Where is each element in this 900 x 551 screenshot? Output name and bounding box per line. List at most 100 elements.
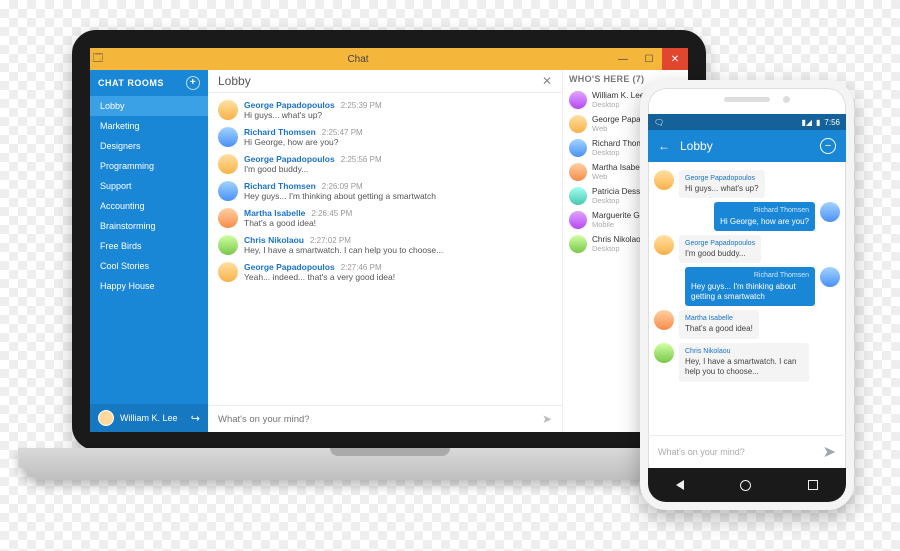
message-list[interactable]: George Papadopoulos 2:25:39 PMHi guys... … [208,93,562,405]
current-user-name: William K. Lee [120,413,178,423]
menu-button[interactable]: − [820,138,836,154]
message-author: George Papadopoulos [244,154,335,164]
status-notification-icon: 🗨 [654,118,664,127]
mobile-msg-text: Hey guys... I'm thinking about getting a… [691,282,796,301]
mobile-message: George PapadopoulosI'm good buddy... [654,235,840,263]
message-time: 2:25:39 PM [341,101,382,110]
mobile-message: Chris NikolaouHey, I have a smartwatch. … [654,343,840,382]
signal-icon: ▮◢ [801,118,812,127]
presence-avatar [569,139,587,157]
nav-recents-icon[interactable] [808,480,818,490]
sidebar-item-support[interactable]: Support [90,176,208,196]
mobile-avatar[interactable] [654,235,674,255]
close-button[interactable]: ✕ [662,48,688,70]
battery-icon: ▮ [816,118,820,127]
mobile-message-list[interactable]: George PapadopoulosHi guys... what's up?… [648,162,846,435]
sidebar-item-cool-stories[interactable]: Cool Stories [90,256,208,276]
sidebar-item-lobby[interactable]: Lobby [90,96,208,116]
message-avatar[interactable] [218,235,238,255]
status-bar: 🗨 ▮◢ ▮ 7:56 [648,114,846,130]
add-room-button[interactable]: + [186,76,200,90]
message-time: 2:27:02 PM [310,236,351,245]
logout-button[interactable]: ↪ [191,412,200,425]
message-author: George Papadopoulos [244,100,335,110]
sidebar-item-accounting[interactable]: Accounting [90,196,208,216]
nav-back-icon[interactable] [676,480,684,490]
mobile-avatar[interactable] [820,267,840,287]
message-text: I'm good buddy... [244,164,556,175]
android-nav-bar [648,468,846,502]
sidebar-item-programming[interactable]: Programming [90,156,208,176]
window-titlebar[interactable]: 🗔 Chat — ☐ ✕ [90,48,688,70]
message-row: George Papadopoulos2:25:56 PMI'm good bu… [218,151,556,178]
mobile-msg-author: Martha Isabelle [685,314,753,323]
sidebar-footer: William K. Lee ↪ [90,404,208,432]
window-title: Chat [106,54,610,65]
presence-avatar [569,91,587,109]
room-title: Lobby [218,74,251,88]
mobile-compose-placeholder[interactable]: What's on your mind? [658,447,823,457]
back-button[interactable]: ← [658,139,670,153]
sidebar-item-free-birds[interactable]: Free Birds [90,236,208,256]
status-time: 7:56 [824,118,840,127]
compose-input[interactable] [218,414,542,425]
message-row: Richard Thomsen2:25:47 PMHi George, how … [218,124,556,151]
nav-home-icon[interactable] [740,480,751,491]
message-author: George Papadopoulos [244,262,335,272]
close-room-icon[interactable]: ✕ [542,74,552,88]
message-row: Chris Nikolaou 2:27:02 PMHey, I have a sm… [218,232,556,259]
message-author: Richard Thomsen [244,127,316,137]
mobile-message: Martha IsabelleThat's a good idea! [654,310,840,338]
message-row: George Papadopoulos2:27:46 PMYeah... ind… [218,259,556,286]
room-header: Lobby ✕ [208,70,562,93]
sidebar-item-designers[interactable]: Designers [90,136,208,156]
current-user-avatar[interactable] [98,410,114,426]
mobile-msg-author: George Papadopoulos [685,174,759,183]
presence-avatar [569,211,587,229]
sidebar-item-brainstorming[interactable]: Brainstorming [90,216,208,236]
send-icon[interactable]: ➤ [542,412,552,426]
mobile-compose-bar: What's on your mind? ➤ [648,435,846,468]
message-text: Yeah... indeed... that's a very good ide… [244,272,556,283]
message-row: Richard Thomsen2:26:09 PMHey guys... I'm… [218,178,556,205]
mobile-msg-author: George Papadopoulos [685,239,755,248]
app-bar-title: Lobby [680,139,713,153]
mobile-msg-author: Richard Thomsen [720,206,809,215]
sidebar-header: CHAT ROOMS + [90,70,208,96]
mobile-msg-text: Hi George, how are you? [720,217,809,226]
mobile-avatar[interactable] [654,310,674,330]
message-author: Chris Nikolaou [244,235,304,245]
message-avatar[interactable] [218,154,238,174]
message-text: Hey guys... I'm thinking about getting a… [244,191,556,202]
phone-screen: 🗨 ▮◢ ▮ 7:56 ← Lobby − George Papadopoulo… [648,114,846,468]
message-text: That's a good idea! [244,218,556,229]
sidebar: CHAT ROOMS + LobbyMarketingDesignersProg… [90,70,208,432]
message-avatar[interactable] [218,100,238,120]
mobile-msg-text: I'm good buddy... [685,249,746,258]
sidebar-item-happy-house[interactable]: Happy House [90,276,208,296]
chat-column: Lobby ✕ George Papadopoulos 2:25:39 PMHi … [208,70,562,432]
message-text: Hi guys... what's up? [244,110,556,121]
laptop-frame: 🗔 Chat — ☐ ✕ CHAT ROOMS + LobbyMarketing… [72,30,706,450]
message-avatar[interactable] [218,181,238,201]
mobile-avatar[interactable] [654,343,674,363]
mobile-message: Richard Thomsen Hi George, how are you? [654,202,840,230]
window-buttons: — ☐ ✕ [610,48,688,70]
message-avatar[interactable] [218,127,238,147]
maximize-button[interactable]: ☐ [636,48,662,70]
mobile-send-icon[interactable]: ➤ [823,442,836,462]
message-avatar[interactable] [218,262,238,282]
sidebar-item-marketing[interactable]: Marketing [90,116,208,136]
mobile-msg-text: That's a good idea! [685,324,753,333]
message-row: Martha Isabelle2:26:45 PMThat's a good i… [218,205,556,232]
minimize-button[interactable]: — [610,48,636,70]
app-bar: ← Lobby − [648,130,846,162]
mobile-avatar[interactable] [820,202,840,222]
presence-avatar [569,163,587,181]
message-time: 2:25:47 PM [322,128,363,137]
message-avatar[interactable] [218,208,238,228]
message-text: Hey, I have a smartwatch. I can help you… [244,245,556,256]
chat-window: 🗔 Chat — ☐ ✕ CHAT ROOMS + LobbyMarketing… [90,48,688,432]
message-author: Martha Isabelle [244,208,305,218]
mobile-avatar[interactable] [654,170,674,190]
